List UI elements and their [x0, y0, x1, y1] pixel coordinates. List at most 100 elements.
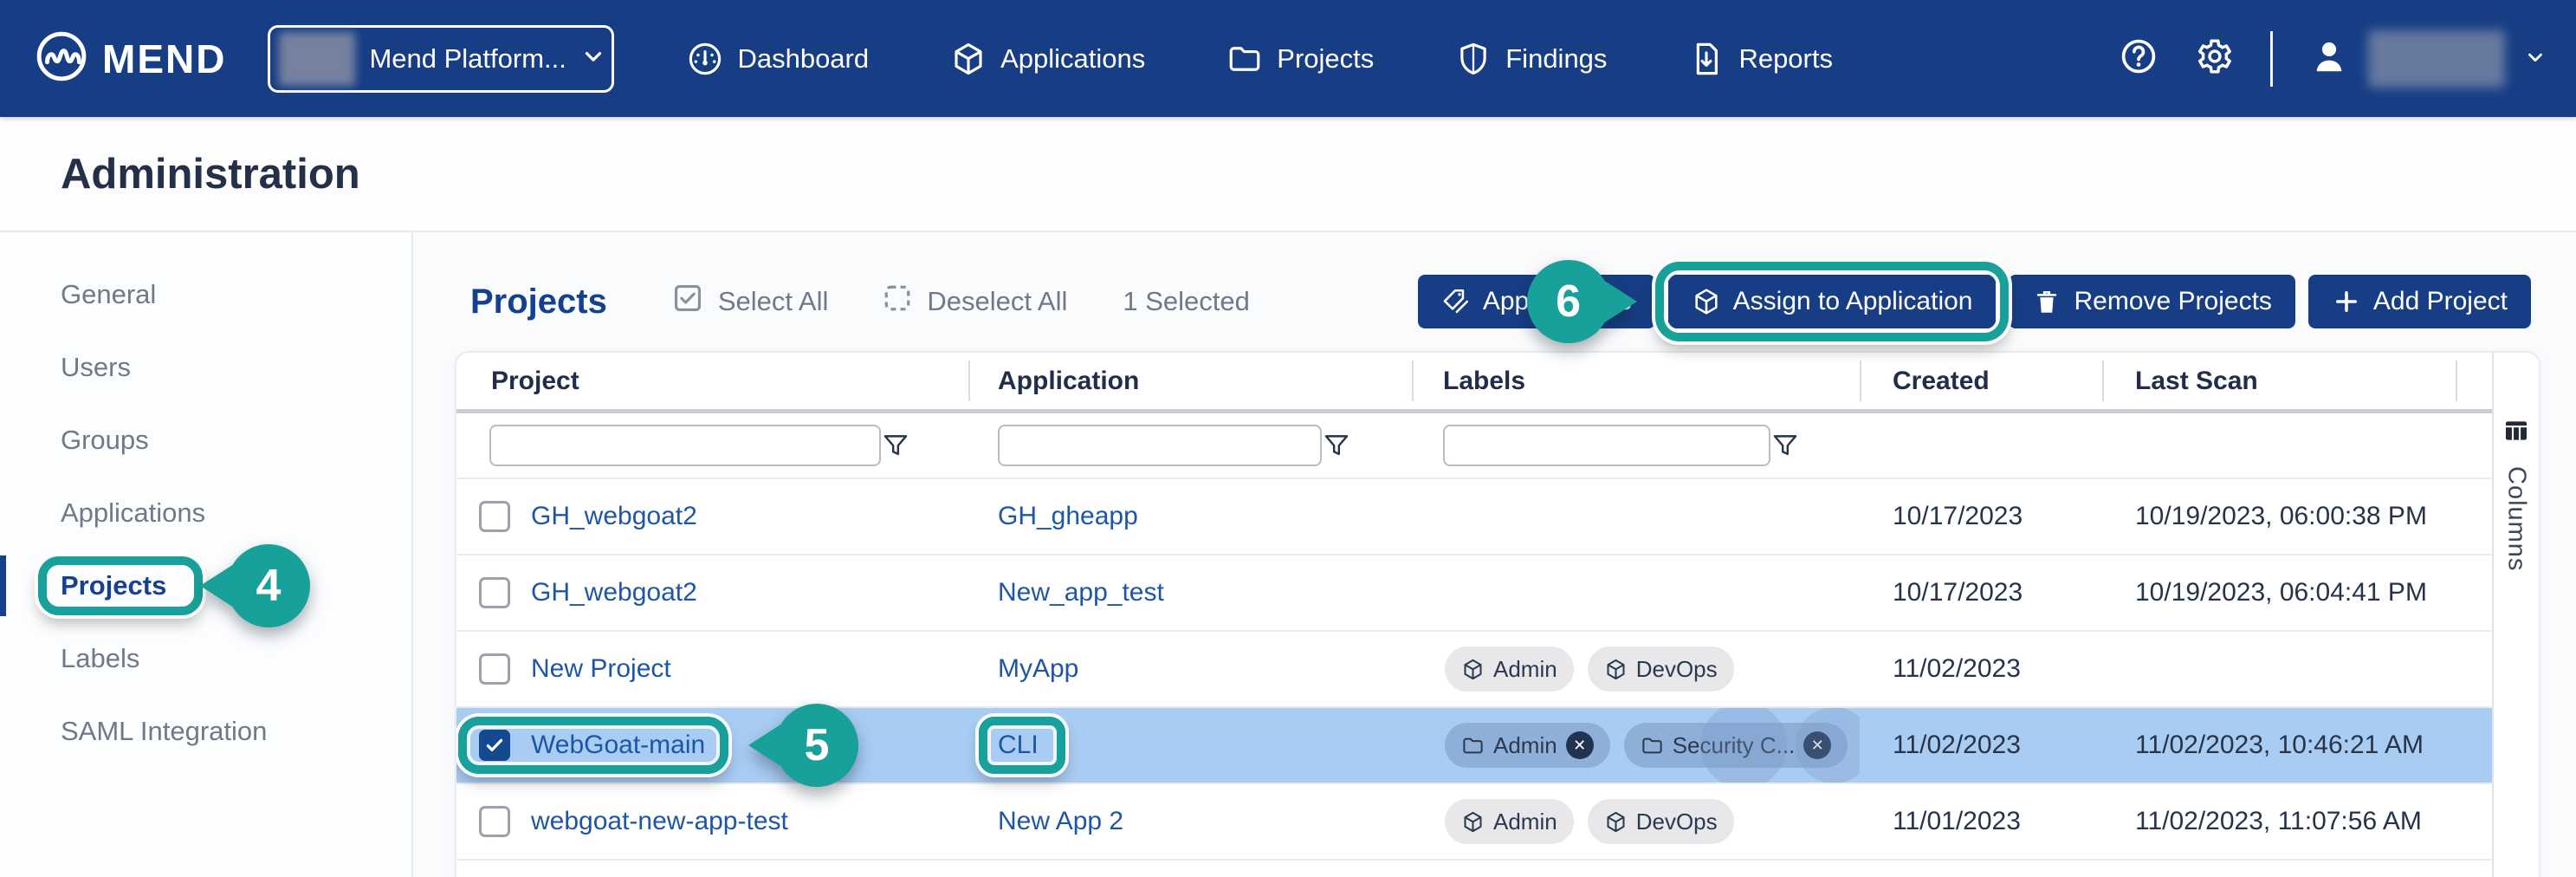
project-link[interactable]: New Project	[531, 654, 671, 684]
table-row-gh_webgoat2[interactable]: GH_webgoat2GH_gheapp10/17/202310/19/2023…	[456, 479, 2492, 555]
application-cell: New_app_test	[968, 555, 1412, 630]
filter-input-application[interactable]	[998, 425, 1322, 466]
navbar-divider	[2270, 31, 2273, 87]
nav-item-dashboard[interactable]: Dashboard	[687, 41, 869, 77]
page-header: Administration	[0, 117, 2576, 232]
nav-item-reports[interactable]: Reports	[1688, 41, 1833, 77]
sidebar-item-label: General	[61, 279, 156, 310]
sidebar-item-labels[interactable]: Labels	[0, 622, 411, 695]
nav-item-findings[interactable]: Findings	[1455, 41, 1607, 77]
filter-input-project[interactable]	[489, 425, 881, 466]
project-link[interactable]: GH_webgoat2	[531, 578, 697, 607]
nav-item-projects[interactable]: Projects	[1227, 41, 1374, 77]
row-checkbox[interactable]	[479, 806, 510, 837]
sidebar-item-saml-integration[interactable]: SAML Integration	[0, 695, 411, 768]
admin-sidebar: General Users GroupsApplicationsProjects4 L…	[0, 232, 413, 877]
filter-input-labels[interactable]	[1443, 425, 1770, 466]
trash-icon	[2032, 287, 2061, 316]
toolbar-buttons: Apply LabelsAssign to Application6Remove…	[1418, 275, 2531, 328]
column-header-label: Labels	[1412, 367, 1525, 396]
filter-cell-application	[968, 425, 1412, 466]
column-header-label: Project	[456, 367, 579, 396]
gear-icon[interactable]	[2194, 36, 2234, 81]
org-name-redacted	[279, 32, 355, 86]
chevron-down-icon	[580, 43, 606, 74]
column-header-created[interactable]: Created	[1860, 353, 2102, 409]
project-link[interactable]: GH_webgoat2	[531, 502, 697, 531]
row-checkbox[interactable]	[479, 653, 510, 685]
column-header-labels[interactable]: Labels	[1412, 353, 1860, 409]
deselect-all-button[interactable]: Deselect All	[882, 283, 1067, 321]
filter-funnel-icon[interactable]	[1322, 431, 1351, 460]
label-chip: Admin	[1445, 799, 1574, 844]
page-title: Administration	[61, 150, 360, 198]
remove-projects-button[interactable]: Remove Projects	[2009, 275, 2294, 328]
sidebar-item-applications[interactable]: Applications	[0, 477, 411, 549]
project-link[interactable]: webgoat-new-app-test	[531, 807, 788, 836]
chip-cube-icon	[1604, 810, 1628, 834]
label-chip-text: Security C...	[1673, 732, 1796, 759]
column-header-project[interactable]: Project	[456, 353, 968, 409]
chip-remove-button[interactable]: ✕	[1566, 731, 1594, 759]
button-wrap: Add Project	[2308, 275, 2531, 328]
assign-to-application-button[interactable]: Assign to Application	[1668, 275, 1997, 328]
column-header-last-scan[interactable]: Last Scan	[2102, 353, 2482, 409]
created-cell: 10/17/2023	[1860, 479, 2102, 554]
sidebar-item-label: Labels	[61, 643, 139, 674]
application-link[interactable]: New_app_test	[998, 578, 1164, 607]
sidebar-item-label: Users	[61, 352, 131, 383]
user-menu[interactable]	[2309, 30, 2550, 88]
chevron-down-icon	[580, 43, 606, 69]
filter-cell-project	[456, 425, 968, 466]
chip-remove-button[interactable]: ✕	[1803, 731, 1831, 759]
application-link[interactable]: GH_gheapp	[998, 502, 1138, 531]
chip-folder-icon	[1461, 734, 1485, 757]
application-link[interactable]: CLI	[998, 731, 1039, 760]
apply-labels-button[interactable]: Apply Labels	[1418, 275, 1655, 328]
row-checkbox[interactable]	[479, 730, 510, 761]
column-header-label: Last Scan	[2102, 367, 2258, 396]
project-cell: WebGoat-main5	[456, 708, 968, 783]
application-link[interactable]: MyApp	[998, 654, 1078, 684]
projects-toolbar: Projects Select All Deselect All 1 Selec…	[413, 263, 2576, 340]
nav-item-label: Findings	[1505, 43, 1607, 75]
filter-funnel-icon[interactable]	[881, 431, 910, 460]
button-wrap: Apply Labels	[1418, 275, 1655, 328]
label-chip-text: Admin	[1493, 656, 1557, 683]
column-header-application[interactable]: Application	[968, 353, 1412, 409]
created-date: 10/17/2023	[1893, 578, 2023, 607]
created-date: 10/17/2023	[1893, 502, 2023, 531]
application-cell: CLI	[968, 708, 1412, 783]
label-chip: DevOps	[1588, 799, 1734, 844]
last-scan-date: 11/02/2023, 11:07:56 AM	[2135, 807, 2422, 836]
label-chip-text: DevOps	[1636, 809, 1718, 835]
table-row-webgoat-new-app-test[interactable]: webgoat-new-app-test New App 2 Admin DevOps…	[456, 784, 2492, 861]
table-row-new project[interactable]: New ProjectMyAppAdminDevOps11/02/2023	[456, 632, 2492, 708]
main-nav: Dashboard Applications Projects Findings Rep…	[687, 41, 1833, 77]
filter-funnel-icon[interactable]	[1770, 431, 1800, 460]
row-checkbox[interactable]	[479, 501, 510, 532]
table-row-webgoat-main[interactable]: WebGoat-main5CLIAdmin✕Security C...✕+1N1…	[456, 708, 2492, 784]
mend-logo[interactable]: MEND	[35, 29, 226, 88]
nav-item-applications[interactable]: Applications	[950, 41, 1145, 77]
sidebar-item-users[interactable]: Users	[0, 331, 411, 404]
columns-panel-toggle[interactable]: Columns	[2492, 353, 2539, 877]
filter-cell-labels	[1412, 425, 1860, 466]
application-cell: New App 2	[968, 784, 1412, 859]
labels-cell: Admin✕Security C...✕+1N	[1412, 708, 1860, 783]
table-row-gh_webgoat2[interactable]: GH_webgoat2New_app_test10/17/202310/19/2…	[456, 555, 2492, 632]
sidebar-item-general[interactable]: General	[0, 258, 411, 331]
report-icon	[1688, 41, 1725, 77]
shield-icon	[1455, 41, 1492, 77]
project-link[interactable]: WebGoat-main	[531, 731, 705, 760]
row-checkbox[interactable]	[479, 577, 510, 608]
sidebar-item-projects[interactable]: Projects4	[0, 549, 411, 622]
help-icon[interactable]	[2120, 37, 2158, 80]
select-all-button[interactable]: Select All	[671, 282, 829, 322]
label-chip-text: DevOps	[1636, 656, 1718, 683]
add-project-button[interactable]: Add Project	[2308, 275, 2531, 328]
chevron-down-icon	[2524, 46, 2550, 72]
sidebar-item-groups[interactable]: Groups	[0, 404, 411, 477]
application-link[interactable]: New App 2	[998, 807, 1123, 836]
org-selector-dropdown[interactable]: Mend Platform...	[268, 25, 614, 93]
